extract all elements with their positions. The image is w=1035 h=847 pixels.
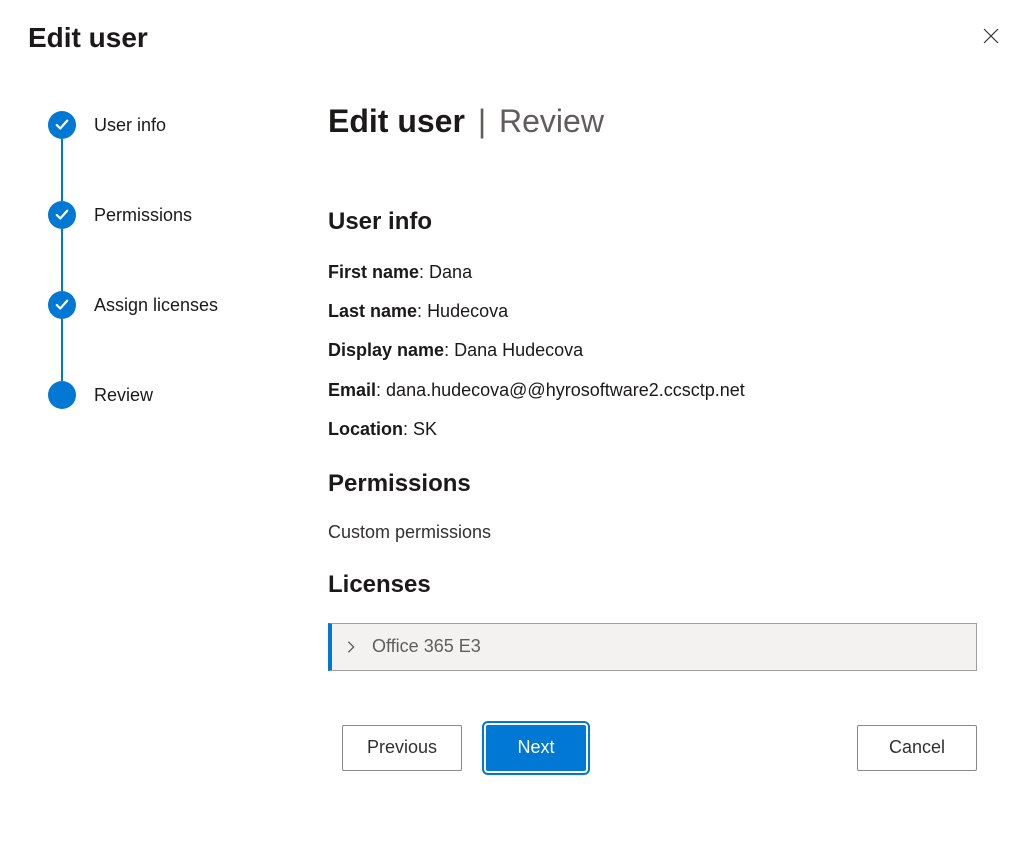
- section-heading-licenses: Licenses: [328, 571, 977, 599]
- panel-title: Edit user: [28, 22, 148, 54]
- content-title: Edit user | Review: [328, 103, 977, 140]
- display-name-label: Display name: [328, 340, 444, 360]
- step-complete-icon: [48, 111, 76, 139]
- content-title-subtitle: Review: [499, 103, 604, 139]
- field-first-name: First name: Dana: [328, 260, 977, 285]
- license-item[interactable]: Office 365 E3: [328, 623, 977, 671]
- step-connector: [61, 319, 63, 381]
- location-value: SK: [413, 419, 437, 439]
- wizard-stepper: User info Permissions Assign licenses Re…: [48, 103, 328, 795]
- step-complete-icon: [48, 201, 76, 229]
- step-permissions[interactable]: Permissions: [48, 201, 328, 229]
- last-name-value: Hudecova: [427, 301, 508, 321]
- step-current-icon: [48, 381, 76, 409]
- next-button[interactable]: Next: [486, 725, 586, 771]
- first-name-value: Dana: [429, 262, 472, 282]
- step-complete-icon: [48, 291, 76, 319]
- first-name-label: First name: [328, 262, 419, 282]
- display-name-value: Dana Hudecova: [454, 340, 583, 360]
- permissions-value: Custom permissions: [328, 522, 977, 543]
- step-label: Review: [94, 385, 153, 406]
- section-licenses: Licenses Office 365 E3: [328, 571, 977, 671]
- step-connector: [61, 229, 63, 291]
- content-title-separator: |: [478, 103, 486, 139]
- email-value: dana.hudecova@@hyrosoftware2.ccsctp.net: [386, 380, 745, 400]
- step-review[interactable]: Review: [48, 381, 328, 409]
- chevron-right-icon: [344, 640, 358, 654]
- field-email: Email: dana.hudecova@@hyrosoftware2.ccsc…: [328, 378, 977, 403]
- section-heading-user-info: User info: [328, 208, 977, 236]
- step-user-info[interactable]: User info: [48, 111, 328, 139]
- close-button[interactable]: [975, 20, 1007, 55]
- license-name: Office 365 E3: [372, 636, 481, 657]
- field-display-name: Display name: Dana Hudecova: [328, 338, 977, 363]
- section-permissions: Permissions Custom permissions: [328, 470, 977, 543]
- last-name-label: Last name: [328, 301, 417, 321]
- email-label: Email: [328, 380, 376, 400]
- section-heading-permissions: Permissions: [328, 470, 977, 498]
- field-last-name: Last name: Hudecova: [328, 299, 977, 324]
- step-label: User info: [94, 115, 166, 136]
- step-label: Assign licenses: [94, 295, 218, 316]
- field-location: Location: SK: [328, 417, 977, 442]
- step-connector: [61, 139, 63, 201]
- wizard-footer: Previous Next Cancel: [328, 725, 977, 795]
- previous-button[interactable]: Previous: [342, 725, 462, 771]
- section-user-info: User info First name: Dana Last name: Hu…: [328, 208, 977, 442]
- content-title-main: Edit user: [328, 103, 465, 139]
- review-content: Edit user | Review User info First name:…: [328, 103, 1007, 795]
- close-icon: [983, 28, 999, 44]
- location-label: Location: [328, 419, 403, 439]
- cancel-button[interactable]: Cancel: [857, 725, 977, 771]
- step-assign-licenses[interactable]: Assign licenses: [48, 291, 328, 319]
- step-label: Permissions: [94, 205, 192, 226]
